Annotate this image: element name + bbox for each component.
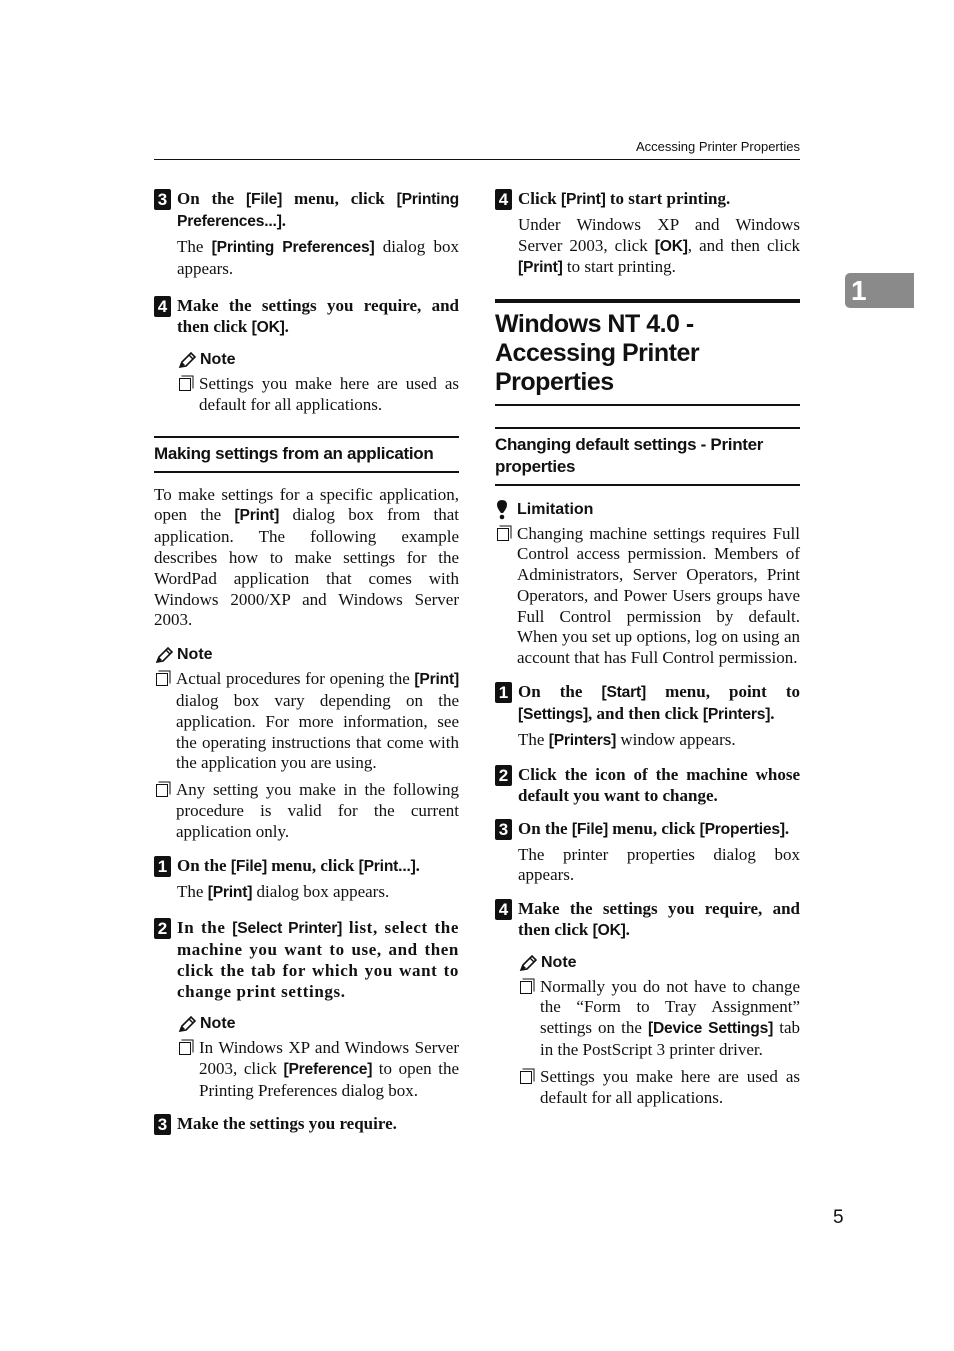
step-number-badge: 1 (495, 682, 512, 704)
step-title: On the [File] menu, click [Properties]. (518, 818, 790, 838)
step-4-make-settings: 4 Make the settings you require, and the… (154, 295, 459, 416)
exclamation-icon (497, 499, 507, 519)
step-body: The [Printing Preferences] dialog box ap… (177, 237, 459, 278)
note-heading: Note (177, 350, 459, 370)
limitation-heading: Limitation (495, 499, 800, 520)
step-title: Click the icon of the machine whose defa… (518, 764, 800, 805)
step-number-badge: 4 (495, 898, 512, 920)
chapter-tab: 1 (845, 273, 914, 308)
step-title: Make the settings you require. (177, 1114, 397, 1134)
step-title: Make the settings you require, and then … (518, 898, 800, 939)
step-title: On the [File] menu, click [Printing Pref… (177, 189, 460, 230)
step-number-badge: 4 (495, 189, 512, 210)
pencil-icon (178, 351, 197, 369)
app-step-1: 1 On the [File] menu, click [Print...]. … (154, 855, 459, 904)
step-number-badge: 3 (154, 189, 171, 210)
note-heading: Note (154, 645, 459, 665)
page-number: 5 (833, 1207, 844, 1228)
intro-paragraph: To make settings for a specific applicat… (154, 484, 459, 630)
left-column: 3 On the [File] menu, click [Printing Pr… (154, 188, 459, 1144)
subsection-heading: Making settings from an application (154, 435, 459, 473)
note-block: Note Settings you make here are used as … (177, 350, 459, 416)
step-number-badge: 1 (154, 855, 171, 877)
note-item: Normally you do not have to change the “… (518, 977, 800, 1061)
nt-step-4: 4 Make the settings you require, and the… (495, 898, 800, 1109)
step-title: On the [Start] menu, point to [Settings]… (518, 682, 800, 724)
nt-step-2: 2 Click the icon of the machine whose de… (495, 764, 800, 806)
limitation-item: Changing machine settings requires Full … (495, 524, 800, 670)
nt-step-1: 1 On the [Start] menu, point to [Setting… (495, 681, 800, 752)
note-block: Note Actual procedures for opening the [… (154, 645, 459, 842)
step-3-printing-preferences: 3 On the [File] menu, click [Printing Pr… (154, 188, 459, 279)
step-title: On the [File] menu, click [Print...]. (177, 855, 420, 875)
step-number-badge: 3 (495, 818, 512, 840)
pencil-icon (519, 954, 538, 971)
app-step-2: 2 In the [Select Printer] list, select t… (154, 917, 459, 1101)
step-number-badge: 2 (154, 918, 171, 940)
note-block: Note In Windows XP and Windows Server 20… (177, 1014, 459, 1101)
step-number-badge: 2 (495, 764, 512, 786)
step-body: The [Print] dialog box appears. (177, 881, 390, 901)
app-step-3: 3 Make the settings you require. (154, 1113, 459, 1136)
step-number-badge: 4 (154, 296, 171, 317)
step-body: Under Windows XP and Windows Server 2003… (518, 215, 800, 276)
note-item: In Windows XP and Windows Server 2003, c… (177, 1038, 459, 1101)
step-title: In the [Select Printer] list, select the… (177, 918, 459, 1002)
note-block: Note Normally you do not have to change … (518, 953, 800, 1109)
note-item: Settings you make here are used as defau… (518, 1067, 800, 1109)
note-item: Actual procedures for opening the [Print… (154, 669, 459, 774)
note-heading: Note (518, 953, 800, 973)
limitation-block: Limitation Changing machine settings req… (495, 499, 800, 670)
running-header: Accessing Printer Properties (154, 138, 800, 160)
running-header-title: Accessing Printer Properties (635, 139, 800, 154)
subsection-heading: Changing default settings - Printer prop… (495, 426, 800, 486)
step-number-badge: 3 (154, 1114, 171, 1136)
step-body: The printer properties dialog box appear… (518, 844, 800, 885)
step-title: Make the settings you require, and then … (177, 296, 459, 336)
note-item: Settings you make here are used as defau… (177, 374, 459, 416)
nt-step-3: 3 On the [File] menu, click [Properties]… (495, 818, 800, 886)
note-heading: Note (177, 1014, 459, 1034)
app-step-4: 4 Click [Print] to start printing. Under… (495, 188, 800, 279)
pencil-icon (178, 1015, 197, 1033)
right-column: 4 Click [Print] to start printing. Under… (495, 188, 800, 1118)
section-heading: Windows NT 4.0 - Accessing Printer Prope… (495, 298, 800, 406)
step-body: The [Printers] window appears. (518, 730, 736, 750)
pencil-icon (155, 647, 174, 664)
step-title: Click [Print] to start printing. (518, 189, 731, 208)
note-item: Any setting you make in the following pr… (154, 780, 459, 842)
